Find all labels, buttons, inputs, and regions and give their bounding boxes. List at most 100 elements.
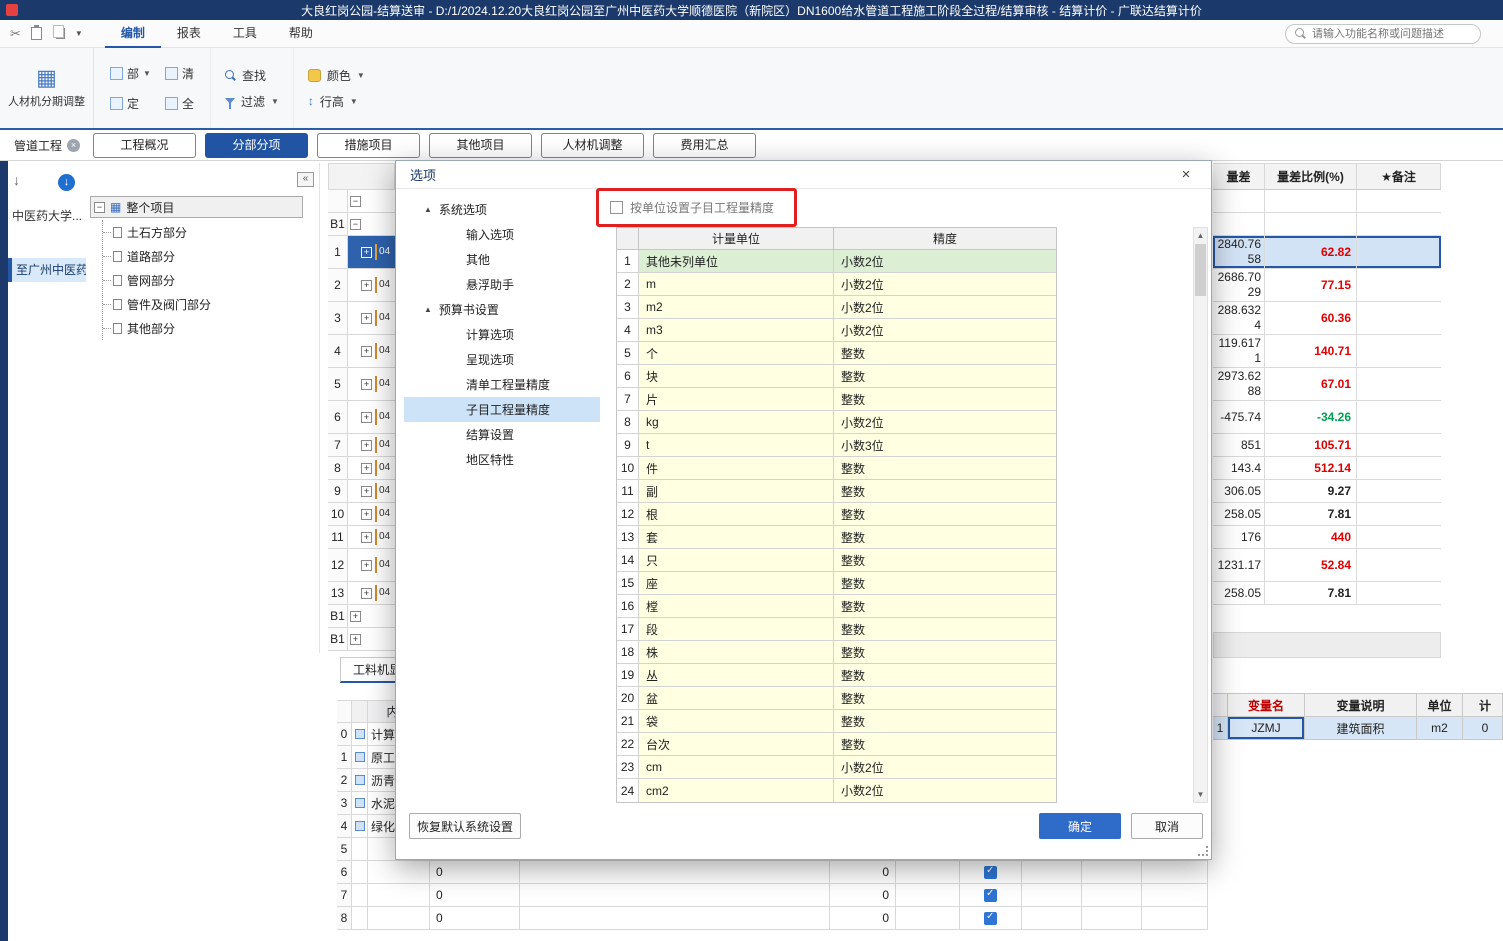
color-button[interactable]: 颜色 ▼ [307,67,365,84]
close-icon[interactable]: × [1175,166,1197,183]
tree-item[interactable]: 道路部分 [103,244,211,268]
precision-cell[interactable]: 整数 [834,388,1056,410]
menu-item[interactable]: 报表 [161,20,217,48]
unit-precision-row[interactable]: 8 kg 小数2位 [617,411,1056,434]
precision-cell[interactable]: 整数 [834,595,1056,617]
ok-button[interactable]: 确定 [1039,813,1121,839]
dialog-nav-item[interactable]: 其他 [404,247,600,272]
unit-precision-row[interactable]: 11 副整数 [617,480,1056,503]
toolbar-button[interactable]: 定 [106,95,155,112]
precision-cell[interactable]: 小数2位 [834,779,1056,802]
dialog-nav-item[interactable]: ▲ 系统选项 [404,197,600,222]
resize-grip[interactable] [1198,846,1208,856]
grid-row-header[interactable]: 12 +04 [328,549,395,582]
unit-precision-row[interactable]: 21 袋整数 [617,710,1056,733]
dialog-titlebar[interactable]: 选项 × [396,161,1211,189]
grid-row-header[interactable]: 10 +04 [328,503,395,526]
table-row[interactable]: 288.6324 60.36 [1213,302,1441,335]
dialog-nav-item[interactable]: 输入选项 [404,222,600,247]
unit-precision-checkbox-row[interactable]: 按单位设置子目工程量精度 [610,199,774,216]
unit-precision-row[interactable]: 14 只整数 [617,549,1056,572]
precision-cell[interactable]: 整数 [834,480,1056,502]
period-adjust-button[interactable]: ▦ 人材机分期调整 [0,48,94,128]
table-row[interactable]: 176 440 [1213,526,1441,549]
checkbox-icon[interactable] [610,201,623,214]
view-tab[interactable]: 其他项目 [429,133,532,158]
unit-precision-row[interactable]: 13 套整数 [617,526,1056,549]
table-row[interactable]: 119.6171 140.71 [1213,335,1441,368]
toolbar-button[interactable]: 清 [161,65,198,82]
precision-cell[interactable]: 整数 [834,687,1056,709]
dropdown-icon[interactable]: ▼ [75,29,83,38]
precision-cell[interactable]: 小数2位 [834,411,1056,433]
precision-cell[interactable]: 整数 [834,618,1056,640]
material-row[interactable]: 7 0 0 [337,884,1208,907]
precision-cell[interactable]: 小数2位 [834,296,1056,318]
precision-cell[interactable]: 整数 [834,342,1056,364]
dialog-nav-item[interactable]: 悬浮助手 [404,272,600,297]
unit-precision-row[interactable]: 23 cm 小数2位 [617,756,1056,779]
dialog-nav-item[interactable]: 子目工程量精度 [404,397,600,422]
horizontal-splitter[interactable] [1213,632,1441,658]
expand-icon[interactable]: + [361,485,372,497]
var-desc-cell[interactable]: 建筑面积 [1305,717,1417,739]
unit-precision-row[interactable]: 10 件整数 [617,457,1056,480]
precision-cell[interactable]: 整数 [834,549,1056,571]
expand-icon[interactable]: + [361,312,372,324]
table-row[interactable]: 306.05 9.27 [1213,480,1441,503]
grid-row-header[interactable]: 13 +04 [328,582,395,605]
scroll-down-icon[interactable]: ▼ [1194,787,1207,802]
var-name-cell[interactable]: JZMJ [1228,717,1305,739]
expand-icon[interactable]: + [361,246,372,258]
view-tab[interactable]: 人材机调整 [541,133,644,158]
view-tab[interactable]: 费用汇总 [653,133,756,158]
restore-defaults-button[interactable]: 恢复默认系统设置 [409,813,521,839]
unit-precision-row[interactable]: 3 m2 小数2位 [617,296,1056,319]
toolbar-button[interactable]: 全 [161,95,198,112]
var-unit-cell[interactable]: m2 [1417,717,1463,739]
material-row[interactable]: 8 0 0 [337,907,1208,930]
unit-precision-row[interactable]: 7 片整数 [617,388,1056,411]
tree-root-item[interactable]: − ▦ 整个项目 [90,196,303,218]
table-row[interactable]: 2973.6288 67.01 [1213,368,1441,401]
project-item[interactable]: 至广州中医药... [8,258,86,282]
collapse-icon[interactable]: − [350,195,361,207]
precision-cell[interactable]: 整数 [834,641,1056,663]
expand-icon[interactable]: + [361,279,372,291]
search-box[interactable] [1285,23,1481,44]
scissors-icon[interactable]: ✂ [10,26,21,42]
unit-precision-row[interactable]: 15 座整数 [617,572,1056,595]
unit-precision-row[interactable]: 12 根整数 [617,503,1056,526]
tree-item[interactable]: 管件及阀门部分 [103,292,211,316]
precision-cell[interactable]: 小数3位 [834,434,1056,456]
table-row[interactable]: 1231.17 52.84 [1213,549,1441,582]
precision-cell[interactable]: 整数 [834,457,1056,479]
precision-cell[interactable]: 整数 [834,733,1056,755]
menu-item[interactable]: 帮助 [273,20,329,48]
unit-precision-row[interactable]: 18 株整数 [617,641,1056,664]
precision-cell[interactable]: 整数 [834,365,1056,387]
precision-cell[interactable]: 小数2位 [834,319,1056,341]
unit-precision-row[interactable]: 20 盆整数 [617,687,1056,710]
download-arrow-icon[interactable]: ↓ [13,172,20,188]
project-item[interactable]: 中医药大学... [8,204,86,228]
scrollbar-thumb[interactable] [1195,244,1206,296]
dialog-nav-item[interactable]: 清单工程量精度 [404,372,600,397]
grid-row-header[interactable]: B1− [328,213,395,236]
grid-row-header[interactable]: 9 +04 [328,480,395,503]
table-row[interactable]: 2686.7029 77.15 [1213,269,1441,302]
tree-item[interactable]: 其他部分 [103,316,211,340]
search-input[interactable] [1312,27,1471,40]
unit-precision-row[interactable]: 9 t 小数3位 [617,434,1056,457]
precision-cell[interactable]: 小数2位 [834,756,1056,778]
precision-cell[interactable]: 小数2位 [834,250,1056,272]
collapse-panel-button[interactable]: « [297,172,314,187]
dialog-nav-item[interactable]: 计算选项 [404,322,600,347]
precision-cell[interactable]: 整数 [834,710,1056,732]
unit-precision-row[interactable]: 5 个整数 [617,342,1056,365]
precision-cell[interactable]: 整数 [834,503,1056,525]
expand-icon[interactable]: + [361,345,372,357]
scroll-up-icon[interactable]: ▲ [1194,228,1207,243]
vertical-scrollbar[interactable]: ▲ ▼ [1193,227,1208,803]
unit-precision-row[interactable]: 16 樘整数 [617,595,1056,618]
